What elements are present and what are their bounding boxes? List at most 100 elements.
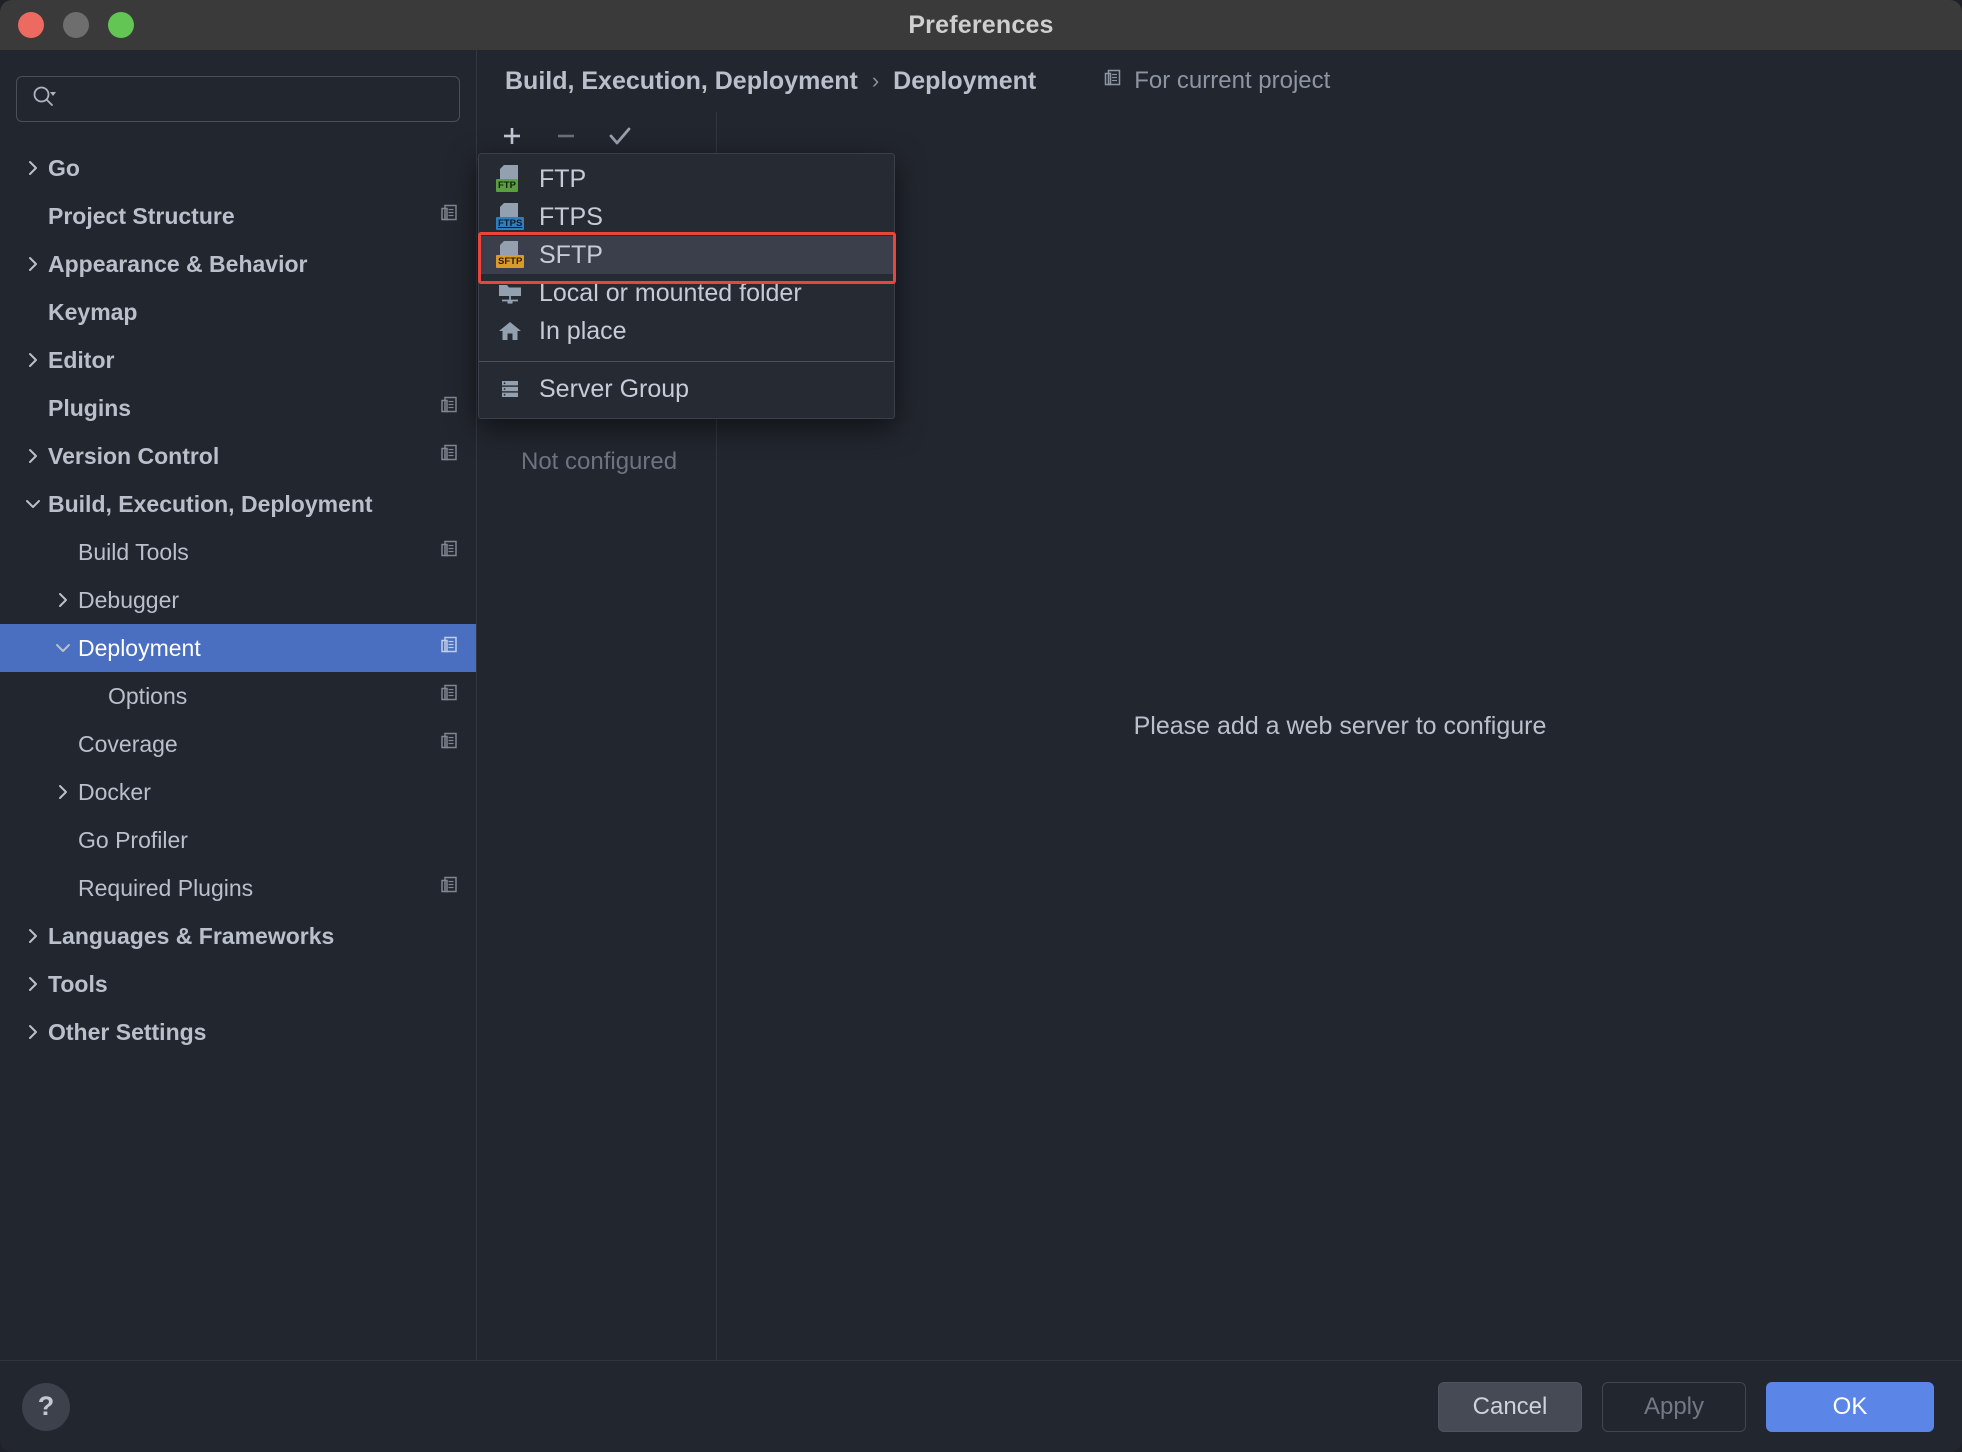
chevron-right-icon[interactable]	[18, 447, 48, 465]
search-box[interactable]	[16, 76, 460, 122]
sidebar-item-label: Project Structure	[48, 202, 235, 229]
sidebar-item-label: Version Control	[48, 442, 220, 469]
preferences-window: Preferences Go Project Structure Appeara…	[0, 0, 1962, 1452]
sidebar-item-label: Docker	[78, 778, 151, 805]
sidebar-item-project-structure[interactable]: Project Structure	[0, 192, 476, 240]
sidebar-item-go-profiler[interactable]: Go Profiler	[0, 816, 476, 864]
menu-item-in-place[interactable]: In place	[479, 312, 894, 350]
sftp-doc-icon: SFTP	[495, 240, 525, 270]
dialog-footer: ? Cancel Apply OK	[0, 1360, 1962, 1452]
sidebar-item-debugger[interactable]: Debugger	[0, 576, 476, 624]
chevron-right-icon[interactable]	[48, 591, 78, 609]
sidebar-item-editor[interactable]: Editor	[0, 336, 476, 384]
sidebar-item-label: Coverage	[78, 730, 178, 757]
menu-item-label: In place	[539, 316, 627, 345]
chevron-right-icon[interactable]	[18, 159, 48, 177]
scope-indicator[interactable]: For current project	[1102, 67, 1330, 96]
server-list-empty-text: Not configured	[521, 448, 678, 475]
scope-label: For current project	[1134, 67, 1331, 94]
breadcrumb-root[interactable]: Build, Execution, Deployment	[505, 67, 858, 96]
apply-button[interactable]: Apply	[1602, 1381, 1746, 1432]
copy-settings-icon[interactable]	[438, 538, 460, 566]
sidebar-item-build-execution-deployment[interactable]: Build, Execution, Deployment	[0, 480, 476, 528]
sidebar-item-appearance-behavior[interactable]: Appearance & Behavior	[0, 240, 476, 288]
search-area	[0, 50, 476, 122]
ftps-doc-icon: FTPS	[495, 202, 525, 232]
chevron-right-icon[interactable]	[18, 351, 48, 369]
menu-item-label: FTPS	[539, 202, 603, 231]
ok-button[interactable]: OK	[1766, 1381, 1934, 1432]
sidebar-item-options[interactable]: Options	[0, 672, 476, 720]
sidebar-item-label: Required Plugins	[78, 874, 254, 901]
sidebar-item-required-plugins[interactable]: Required Plugins	[0, 864, 476, 912]
menu-item-ftp[interactable]: FTP FTP	[479, 160, 894, 198]
set-default-server-button[interactable]	[605, 121, 635, 151]
chevron-right-icon[interactable]	[48, 783, 78, 801]
menu-item-label: Local or mounted folder	[539, 278, 802, 307]
add-server-type-menu: FTP FTP FTPS FTPS SFTP SFTP Local or mounted f…	[478, 153, 895, 419]
breadcrumb-leaf: Deployment	[893, 66, 1037, 95]
menu-item-local-or-mounted-folder[interactable]: Local or mounted folder	[479, 274, 894, 312]
cancel-button[interactable]: Cancel	[1438, 1381, 1582, 1432]
copy-settings-icon[interactable]	[438, 682, 460, 710]
menu-separator	[479, 361, 894, 362]
sidebar-item-plugins[interactable]: Plugins	[0, 384, 476, 432]
sidebar-item-languages-frameworks[interactable]: Languages & Frameworks	[0, 912, 476, 960]
mounted-folder-icon	[495, 278, 525, 308]
sidebar-item-docker[interactable]: Docker	[0, 768, 476, 816]
chevron-right-icon[interactable]	[18, 255, 48, 273]
help-button[interactable]: ?	[22, 1382, 70, 1431]
add-server-button[interactable]	[497, 121, 527, 151]
breadcrumb-separator: ›	[871, 68, 880, 93]
ftp-doc-icon: FTP	[495, 164, 525, 194]
sidebar-item-label: Other Settings	[48, 1018, 207, 1045]
breadcrumb: Build, Execution, Deployment › Deploymen…	[477, 50, 1330, 112]
copy-settings-icon[interactable]	[438, 442, 460, 470]
menu-item-label: SFTP	[539, 240, 603, 269]
sidebar-item-label: Appearance & Behavior	[48, 250, 308, 277]
sidebar-item-label: Build Tools	[78, 538, 189, 565]
sidebar-item-label: Options	[108, 682, 188, 709]
server-detail-pane: Please add a web server to configure	[718, 112, 1962, 1360]
sidebar-item-label: Keymap	[48, 298, 138, 325]
menu-item-label: Server Group	[539, 374, 690, 403]
sidebar-item-deployment[interactable]: Deployment	[0, 624, 476, 672]
chevron-right-icon[interactable]	[18, 1023, 48, 1041]
menu-item-ftps[interactable]: FTPS FTPS	[479, 198, 894, 236]
sidebar-item-label: Debugger	[78, 586, 180, 613]
menu-item-sftp[interactable]: SFTP SFTP	[479, 236, 894, 274]
copy-settings-icon[interactable]	[438, 394, 460, 422]
copy-settings-icon[interactable]	[438, 634, 460, 662]
sidebar-item-label: Build, Execution, Deployment	[48, 490, 373, 517]
sidebar-item-label: Editor	[48, 346, 115, 373]
chevron-right-icon[interactable]	[18, 975, 48, 993]
sidebar-item-version-control[interactable]: Version Control	[0, 432, 476, 480]
sidebar-item-keymap[interactable]: Keymap	[0, 288, 476, 336]
empty-state-message: Please add a web server to configure	[1133, 711, 1547, 740]
chevron-down-icon[interactable]	[48, 639, 78, 657]
search-icon	[31, 84, 57, 115]
sidebar-item-tools[interactable]: Tools	[0, 960, 476, 1008]
sidebar-item-build-tools[interactable]: Build Tools	[0, 528, 476, 576]
server-stack-icon	[495, 374, 525, 404]
menu-item-server-group[interactable]: Server Group	[479, 370, 894, 408]
sidebar-item-other-settings[interactable]: Other Settings	[0, 1008, 476, 1056]
copy-settings-icon[interactable]	[438, 730, 460, 758]
settings-tree: Go Project Structure Appearance & Behavior…	[0, 144, 476, 1056]
chevron-down-icon[interactable]	[18, 495, 48, 513]
copy-settings-icon[interactable]	[438, 874, 460, 902]
sidebar-item-go[interactable]: Go	[0, 144, 476, 192]
title-bar: Preferences	[0, 0, 1962, 50]
chevron-right-icon[interactable]	[18, 927, 48, 945]
search-input[interactable]	[67, 87, 407, 111]
sidebar-item-coverage[interactable]: Coverage	[0, 720, 476, 768]
settings-sidebar: Go Project Structure Appearance & Behavior…	[0, 50, 477, 1360]
copy-settings-icon[interactable]	[438, 202, 460, 230]
sidebar-item-label: Languages & Frameworks	[48, 922, 335, 949]
sidebar-item-label: Plugins	[48, 394, 132, 421]
sidebar-item-label: Go	[48, 154, 80, 181]
copy-settings-icon	[1102, 67, 1124, 96]
remove-server-button[interactable]	[551, 121, 581, 151]
window-title: Preferences	[908, 10, 1054, 39]
dialog-body: Go Project Structure Appearance & Behavior…	[0, 50, 1962, 1360]
